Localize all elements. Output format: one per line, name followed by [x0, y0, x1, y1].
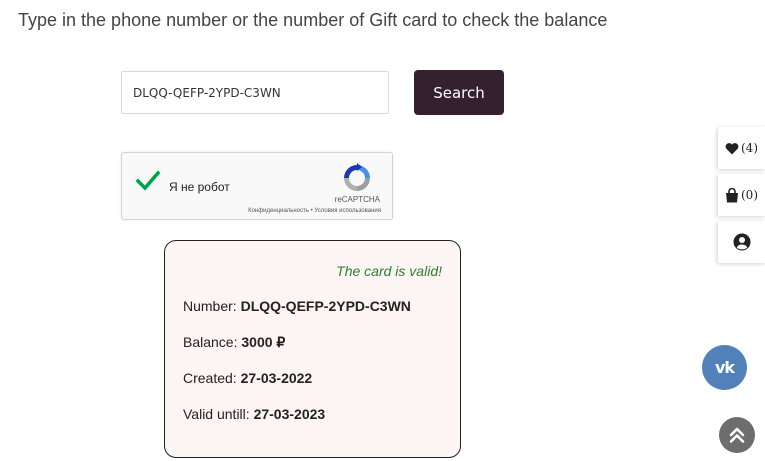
recaptcha-widget: Я не робот reCAPTCHA Конфиденциальность … — [121, 152, 393, 220]
card-created-value: 27-03-2022 — [240, 370, 313, 386]
recaptcha-terms-link[interactable]: Условия использования — [314, 208, 381, 214]
double-chevron-up-icon — [729, 427, 745, 443]
search-input[interactable] — [121, 71, 389, 114]
page: Type in the phone number or the number o… — [0, 0, 765, 461]
card-number-row: Number: DLQQ-QEFP-2YPD-C3WN — [183, 298, 411, 314]
recaptcha-links: Конфиденциальность • Условия использован… — [248, 208, 381, 214]
shopping-bag-icon — [726, 187, 738, 202]
search-button[interactable]: Search — [414, 70, 504, 115]
card-valid-label: Valid untill: — [183, 406, 254, 422]
recaptcha-logo-icon — [341, 162, 373, 194]
card-valid-value: 27-03-2023 — [253, 406, 326, 422]
cart-count: (0) — [741, 188, 758, 202]
account-button[interactable] — [718, 221, 765, 263]
card-valid-row: Valid untill: 27-03-2023 — [183, 406, 325, 422]
checkmark-icon — [135, 170, 161, 191]
card-balance-row: Balance: 3000 ₽ — [183, 334, 285, 351]
balance-result-card: The card is valid! Number: DLQQ-QEFP-2YP… — [164, 240, 461, 458]
vk-social-button[interactable]: vk — [702, 345, 747, 390]
cart-button[interactable]: (0) — [718, 174, 765, 216]
card-balance-label: Balance: — [183, 334, 242, 350]
card-balance-value: 3000 ₽ — [241, 334, 286, 350]
wishlist-count: (4) — [741, 141, 758, 155]
card-status: The card is valid! — [336, 263, 442, 279]
card-number-value: DLQQ-QEFP-2YPD-C3WN — [240, 298, 411, 314]
recaptcha-brand: reCAPTCHA — [334, 195, 380, 204]
recaptcha-checkbox[interactable] — [134, 167, 162, 195]
user-icon — [733, 233, 750, 251]
recaptcha-label: Я не робот — [169, 180, 230, 194]
scroll-to-top-button[interactable] — [719, 417, 755, 453]
wishlist-button[interactable]: (4) — [718, 127, 765, 169]
vk-icon: vk — [714, 358, 735, 377]
card-created-row: Created: 27-03-2022 — [183, 370, 312, 386]
recaptcha-privacy-link[interactable]: Конфиденциальность — [248, 208, 309, 214]
page-heading: Type in the phone number or the number o… — [18, 10, 608, 30]
card-number-label: Number: — [183, 298, 241, 314]
card-created-label: Created: — [183, 370, 241, 386]
heart-icon — [725, 142, 739, 154]
